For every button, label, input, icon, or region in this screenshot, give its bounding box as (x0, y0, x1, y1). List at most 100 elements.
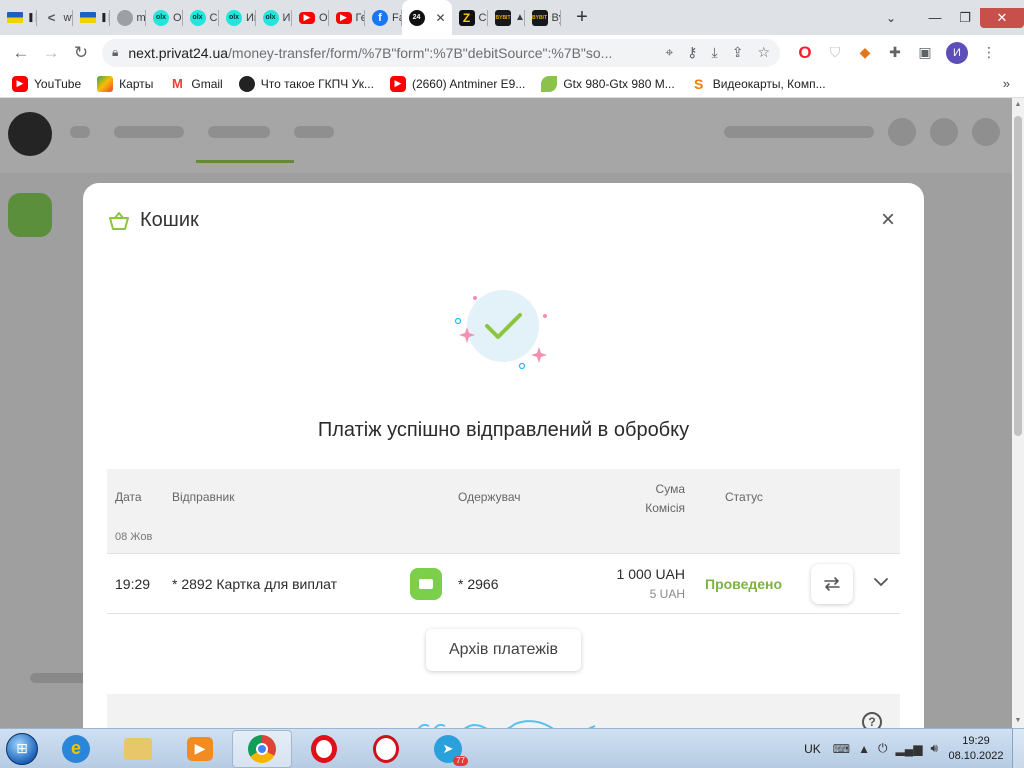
gkpch-icon (238, 75, 255, 92)
metamask-extension-icon[interactable]: ◆ (850, 38, 880, 68)
opera-extension-icon[interactable]: O (790, 38, 820, 68)
tab[interactable]: olx Ог (146, 0, 183, 35)
address-bar[interactable]: 🔒︎ next.privat24.ua /money-transfer/form… (102, 38, 780, 67)
scrollbar-thumb[interactable] (1014, 116, 1022, 436)
tab[interactable]: olxИн (219, 0, 256, 35)
bookmarks-bar: ▶ YouTube Карты M Gmail Что такое ГКПЧ Ук.… (0, 70, 1024, 98)
tab[interactable]: olxИн (256, 0, 292, 35)
taskbar-telegram[interactable]: ➤ 77 (418, 730, 478, 768)
bookmark-videocards[interactable]: S Видеокарты, Комп... (691, 76, 826, 92)
tab-label: wv (63, 11, 74, 24)
tab[interactable]: ▶ О (292, 0, 329, 35)
success-check-icon (454, 290, 547, 370)
key-icon[interactable]: ⚷ (687, 44, 697, 61)
lock-icon[interactable]: 🔒︎ (112, 45, 118, 60)
bookmark-youtube[interactable]: ▶ YouTube (12, 75, 81, 92)
taskbar-chrome[interactable] (232, 729, 292, 768)
olx-icon: olx (189, 9, 206, 26)
volume-icon[interactable]: 🔊︎ (930, 741, 938, 756)
extensions-puzzle-icon[interactable]: ✚ (880, 38, 910, 68)
network-signal-icon[interactable]: ▂▄▆ (895, 742, 922, 756)
language-indicator[interactable]: UK (804, 742, 821, 756)
tab[interactable]: BYBITBy (525, 0, 561, 35)
payment-sender: * 2892 Картка для виплат (172, 576, 338, 592)
browser-tab-strip: ❚❚ <wv ❚❚ mi olxОг olxСп olxИн olxИн ▶О … (0, 0, 1024, 35)
tab-label: О (319, 11, 328, 24)
show-desktop-button[interactable] (1012, 728, 1024, 768)
bookmark-star-icon[interactable]: ☆ (757, 44, 770, 61)
reload-button[interactable]: ↻ (66, 38, 96, 68)
header-amount: Сума (655, 482, 685, 496)
warning-icon: ▲ (515, 12, 525, 23)
tab[interactable]: BYBIT ▲ (488, 0, 525, 35)
telegram-unread-badge: 77 (453, 755, 468, 766)
new-tab-button[interactable]: + (567, 6, 597, 29)
bybit-icon: BYBIT (531, 9, 548, 26)
restore-button[interactable]: ❐ (950, 8, 980, 28)
payments-archive-button[interactable]: Архів платежів (426, 629, 581, 671)
olx-icon: olx (226, 9, 242, 26)
power-icon[interactable]: ⏻ (878, 741, 888, 756)
table-row[interactable]: 19:29 * 2892 Картка для виплат * 2966 1 … (107, 553, 900, 614)
window-close-button[interactable]: ✕ (980, 7, 1024, 28)
taskbar-media-player[interactable]: ▶ (170, 730, 230, 768)
profile-avatar[interactable]: И (946, 41, 968, 64)
bookmark-gkpch[interactable]: Что такое ГКПЧ Ук... (238, 75, 374, 92)
basket-icon (109, 211, 129, 230)
scroll-up-icon[interactable]: ▲ (1012, 98, 1024, 112)
side-panel-icon[interactable]: ▣ (910, 38, 940, 68)
header-receiver: Одержувач (458, 490, 521, 504)
tab-label: Fa (392, 11, 402, 24)
url-path: /money-transfer/form/%7B"form":%7B"debit… (228, 44, 613, 61)
tab[interactable]: ZСт (452, 0, 488, 35)
tab[interactable]: < wv (37, 0, 74, 35)
taskbar-clock[interactable]: 19:29 08.10.2022 (946, 734, 1006, 764)
shield-extension-icon[interactable]: ⛉ (820, 38, 850, 68)
tab[interactable]: ❚❚ (73, 0, 110, 35)
back-button[interactable]: ← (6, 38, 36, 68)
close-tab-icon[interactable]: ✕ (435, 11, 445, 25)
tab[interactable]: ❚❚ (0, 0, 37, 35)
show-hidden-icons-icon[interactable]: ▲ (858, 742, 870, 756)
minimize-button[interactable]: — (920, 8, 950, 28)
modal-title: Кошик (140, 209, 199, 231)
bookmark-gtx980[interactable]: Gtx 980-Gtx 980 M... (541, 75, 675, 92)
tab-label: mi (136, 11, 147, 24)
taskbar-opera[interactable] (294, 730, 354, 768)
close-icon[interactable]: × (878, 208, 898, 232)
start-button[interactable]: ⊞ (0, 729, 44, 768)
tab-active-privat24[interactable]: 24 ✕ (401, 0, 452, 35)
browser-menu-icon[interactable]: ⋮ (974, 38, 1004, 68)
pause-icon[interactable]: ❚❚ (27, 12, 37, 23)
card-icon (410, 568, 442, 600)
windows-taskbar: ⊞ e ▶ ➤ 77 UK ⌨ ▲ ⏻ ▂▄▆ 🔊︎ 19:29 08.10.20… (0, 728, 1024, 768)
page-scrollbar[interactable]: ▲ ▼ (1012, 98, 1024, 728)
share-icon[interactable]: ⇪ (732, 44, 744, 61)
payment-receiver: * 2966 (458, 576, 499, 592)
install-app-icon[interactable]: ⤓ (712, 44, 718, 61)
bookmark-antminer[interactable]: ▶ (2660) Antminer E9... (389, 75, 525, 92)
bookmark-gmail[interactable]: M Gmail (169, 76, 223, 92)
keyboard-icon[interactable]: ⌨ (833, 742, 850, 756)
bookmark-maps[interactable]: Карты (97, 75, 153, 92)
url-host: next.privat24.ua (128, 44, 229, 61)
taskbar-internet-explorer[interactable]: e (46, 730, 106, 768)
folder-icon (124, 737, 152, 760)
scroll-down-icon[interactable]: ▼ (1012, 714, 1024, 728)
taskbar-opera-gx[interactable] (356, 730, 416, 768)
tab-search-chevron-icon[interactable]: ⌄ (876, 11, 906, 25)
olx-icon: olx (262, 9, 279, 26)
location-pin-icon[interactable]: ⌖ (665, 44, 673, 61)
tab[interactable]: ▶ Ге (329, 0, 365, 35)
repeat-payment-button[interactable] (811, 564, 853, 604)
tab[interactable]: mi (110, 0, 147, 35)
tab[interactable]: f Fa (365, 0, 402, 35)
pause-icon[interactable]: ❚❚ (100, 12, 110, 23)
forward-button[interactable]: → (36, 38, 66, 68)
more-bookmarks-icon[interactable]: » (1003, 76, 1010, 91)
tab[interactable]: olxСп (183, 0, 219, 35)
expand-chevron-icon[interactable] (873, 574, 889, 590)
payment-amount-fee: 1 000 UAH 5 UAH (617, 566, 685, 601)
youtube-icon: ▶ (389, 75, 406, 92)
taskbar-explorer[interactable] (108, 730, 168, 768)
